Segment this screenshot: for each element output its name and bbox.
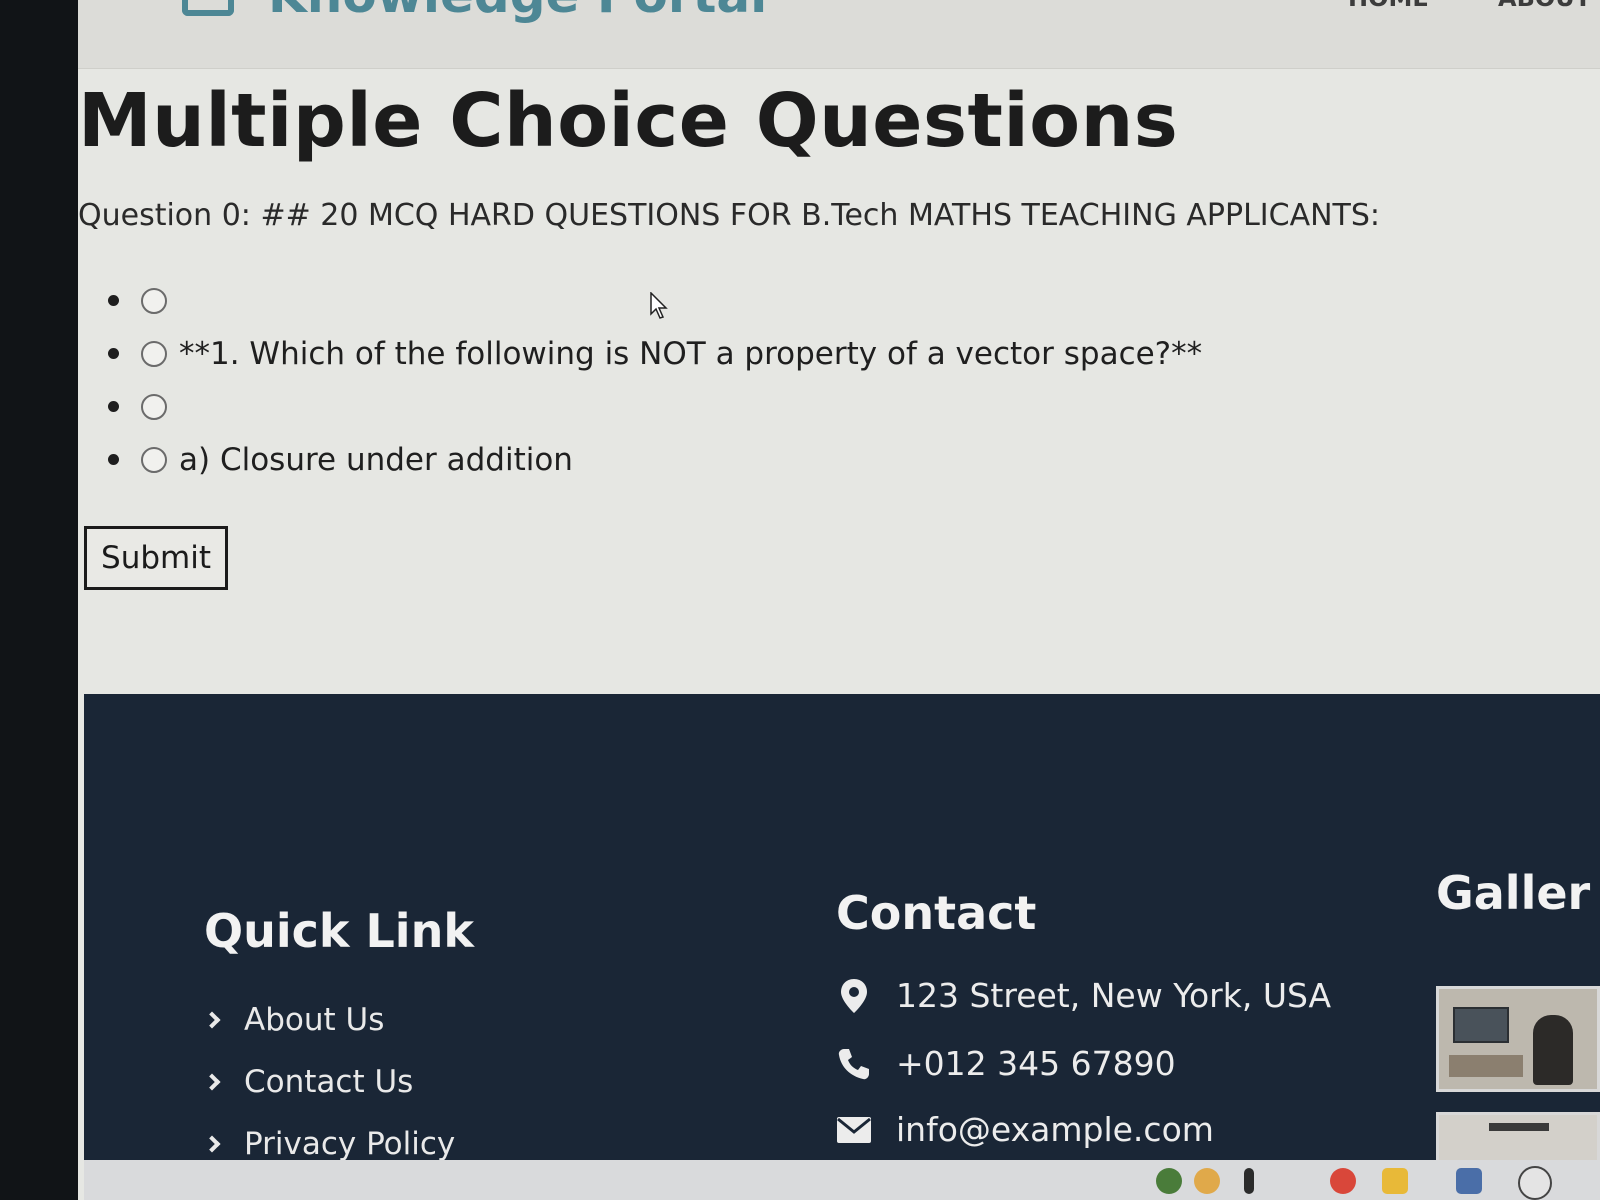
- browser-viewport: Knowledge Portal HOME ABOUT Multiple Cho…: [78, 0, 1600, 1200]
- footer-link-about[interactable]: About Us: [203, 1002, 385, 1038]
- footer-link-label: Privacy Policy: [244, 1126, 456, 1162]
- footer-link-label: About Us: [244, 1002, 385, 1038]
- gallery-heading: Galler: [1436, 866, 1591, 920]
- site-header: Knowledge Portal HOME ABOUT: [78, 0, 1600, 69]
- chevron-right-icon: [203, 1135, 221, 1153]
- bullet-icon: [108, 401, 119, 412]
- radio-button[interactable]: [141, 340, 167, 367]
- option-item[interactable]: a) Closure under addition: [108, 433, 1202, 486]
- contact-heading: Contact: [836, 886, 1037, 940]
- option-label: **1. Which of the following is NOT a pro…: [179, 335, 1203, 372]
- chrome-icon[interactable]: [1330, 1168, 1356, 1194]
- chevron-right-icon: [203, 1073, 221, 1091]
- option-label: a) Closure under addition: [179, 441, 573, 478]
- contact-text: info@example.com: [896, 1110, 1214, 1149]
- gallery-image-detail: [1533, 1015, 1573, 1085]
- gallery-image[interactable]: [1436, 986, 1600, 1092]
- app-icon[interactable]: [1244, 1168, 1254, 1194]
- app-icon[interactable]: [1194, 1168, 1220, 1194]
- contact-text: 123 Street, New York, USA: [896, 976, 1332, 1015]
- radio-button[interactable]: [141, 287, 167, 314]
- radio-button[interactable]: [141, 393, 167, 420]
- contact-address: 123 Street, New York, USA: [836, 976, 1331, 1015]
- radio-button[interactable]: [141, 446, 167, 473]
- nav-home[interactable]: HOME: [1348, 0, 1429, 12]
- os-taskbar: [84, 1160, 1600, 1200]
- chevron-right-icon: [203, 1011, 221, 1029]
- page-title: Multiple Choice Questions: [78, 78, 1179, 164]
- gallery-image-detail: [1449, 1055, 1523, 1077]
- submit-button[interactable]: Submit: [84, 526, 228, 590]
- footer-link-privacy[interactable]: Privacy Policy: [203, 1126, 456, 1162]
- folder-icon[interactable]: [1382, 1168, 1408, 1194]
- bullet-icon: [108, 295, 119, 306]
- bullet-icon: [108, 348, 119, 359]
- contact-phone: +012 345 67890: [836, 1044, 1176, 1083]
- option-item[interactable]: **1. Which of the following is NOT a pro…: [108, 327, 1202, 380]
- map-pin-icon: [836, 978, 872, 1014]
- mouse-cursor-icon: [650, 292, 668, 319]
- gallery-image-detail: [1453, 1007, 1509, 1043]
- footer-link-label: Contact Us: [244, 1064, 414, 1100]
- gallery-image-detail: [1489, 1123, 1549, 1131]
- app-icon[interactable]: [1156, 1168, 1182, 1194]
- question-text: Question 0: ## 20 MCQ HARD QUESTIONS FOR…: [78, 198, 1381, 233]
- logo-icon: [182, 0, 234, 16]
- option-item[interactable]: [108, 380, 1202, 433]
- site-footer: Quick Link About Us Contact Us Privacy P…: [84, 694, 1600, 1200]
- nav-about[interactable]: ABOUT: [1498, 0, 1591, 12]
- site-brand[interactable]: Knowledge Portal: [268, 0, 767, 24]
- envelope-icon: [836, 1112, 872, 1148]
- bullet-icon: [108, 454, 119, 465]
- phone-icon: [836, 1046, 872, 1082]
- contact-email[interactable]: info@example.com: [836, 1110, 1214, 1149]
- store-icon[interactable]: [1456, 1168, 1482, 1194]
- dell-icon[interactable]: [1518, 1166, 1552, 1200]
- quick-link-heading: Quick Link: [204, 904, 474, 958]
- footer-link-contact[interactable]: Contact Us: [203, 1064, 414, 1100]
- contact-text: +012 345 67890: [896, 1044, 1176, 1083]
